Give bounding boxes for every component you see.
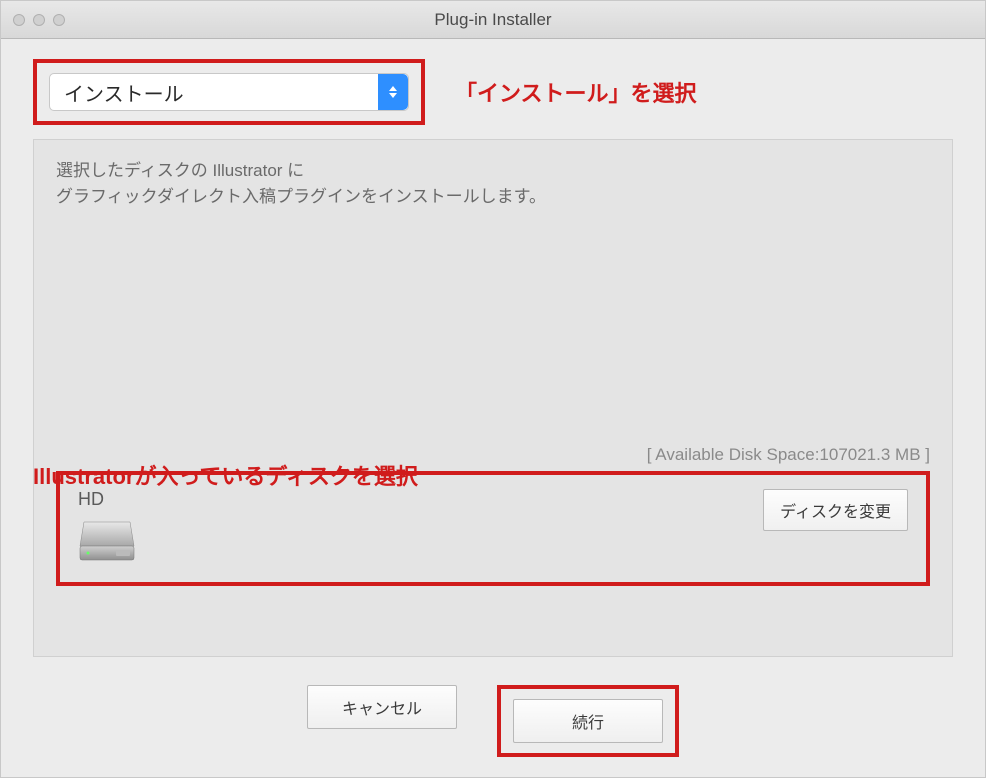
close-traffic-light[interactable] (13, 14, 25, 26)
window-title: Plug-in Installer (434, 10, 551, 30)
disk-name: HD (78, 489, 136, 510)
annotation-select-install: 「インストール」を選択 (455, 76, 697, 108)
continue-annotation-box: 続行 (497, 685, 679, 757)
minimize-traffic-light[interactable] (33, 14, 45, 26)
change-disk-button[interactable]: ディスクを変更 (763, 489, 908, 531)
installer-window: Plug-in Installer インストール 「インストール」を選択 選択し… (0, 0, 986, 778)
dropdown-selected-label: インストール (50, 78, 184, 107)
description-line1: 選択したディスクの Illustrator に (56, 161, 304, 180)
harddrive-icon (78, 518, 136, 562)
description-panel: 選択したディスクの Illustrator に グラフィックダイレクト入稿プラグ… (33, 139, 953, 657)
dropdown-annotation-box: インストール (33, 59, 425, 125)
annotation-select-disk: Illustratorが入っているディスクを選択 (33, 459, 418, 491)
description-text: 選択したディスクの Illustrator に グラフィックダイレクト入稿プラグ… (56, 158, 930, 211)
bottom-buttons: キャンセル 続行 (33, 685, 953, 757)
titlebar: Plug-in Installer (1, 1, 985, 39)
description-line2: グラフィックダイレクト入稿プラグインをインストールします。 (56, 187, 546, 206)
top-row: インストール 「インストール」を選択 (33, 59, 953, 125)
dropdown-arrows-icon (378, 74, 408, 110)
continue-button[interactable]: 続行 (513, 699, 663, 743)
install-mode-dropdown[interactable]: インストール (49, 73, 409, 111)
chevron-up-icon (389, 86, 397, 91)
chevron-down-icon (389, 93, 397, 98)
disk-info: HD (78, 489, 136, 562)
cancel-button[interactable]: キャンセル (307, 685, 457, 729)
zoom-traffic-light[interactable] (53, 14, 65, 26)
content-area: インストール 「インストール」を選択 選択したディスクの Illustrator… (1, 39, 985, 777)
traffic-lights (13, 14, 65, 26)
